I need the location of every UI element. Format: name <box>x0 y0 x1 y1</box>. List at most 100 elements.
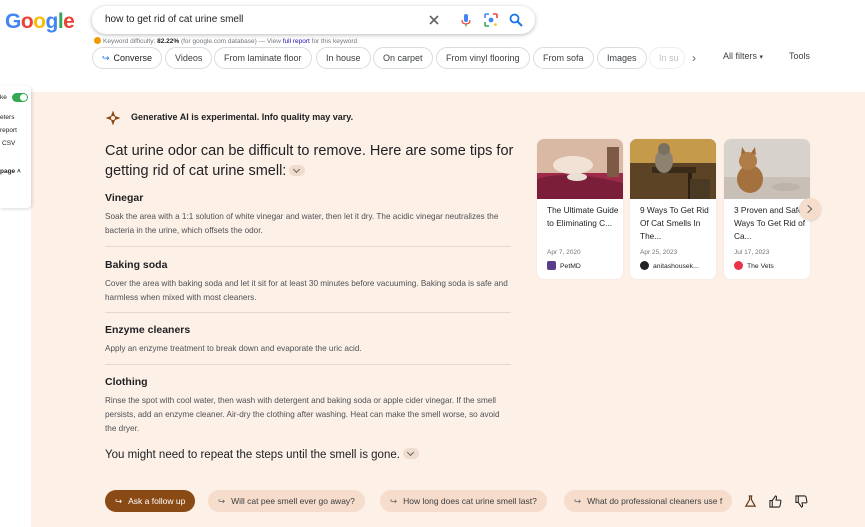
chevron-right-icon[interactable]: › <box>692 51 696 65</box>
tools-button[interactable]: Tools <box>789 51 810 61</box>
card-date: Jul 17, 2023 <box>734 249 770 256</box>
followup-label: What do professional cleaners use f <box>587 496 723 506</box>
panel-item[interactable]: CSV <box>2 140 15 147</box>
headline-text: Cat urine odor can be difficult to remov… <box>105 143 514 179</box>
tip-body: Cover the area with baking soda and let … <box>105 279 508 302</box>
followup-chip[interactable]: ↪ Will cat pee smell ever go away? <box>208 490 365 512</box>
divider <box>105 364 511 365</box>
panel-item[interactable]: ke <box>0 94 7 101</box>
all-filters-button[interactable]: All filters ▾ <box>723 51 763 61</box>
carousel-next-button[interactable] <box>799 198 821 220</box>
closing-text: You might need to repeat the steps until… <box>105 448 419 461</box>
chip-label: Converse <box>113 53 153 63</box>
card-title: 3 Proven and Safe Ways To Get Rid of Ca.… <box>734 205 806 241</box>
follow-arrow-icon: ↪ <box>574 496 582 506</box>
chip-label: In house <box>326 53 361 63</box>
tip-vinegar: Vinegar Soak the area with a 1:1 solutio… <box>105 192 511 238</box>
chip-images[interactable]: Images <box>597 47 647 69</box>
thumbs-down-icon[interactable] <box>795 495 808 508</box>
divider <box>105 312 511 313</box>
extension-side-panel: ke eters report CSV page ˄ <box>0 86 31 208</box>
tip-title: Enzyme cleaners <box>105 324 191 336</box>
thumbs-up-icon[interactable] <box>769 495 782 508</box>
card-title: 9 Ways To Get Rid Of Cat Smells In The..… <box>640 205 709 241</box>
follow-arrow-icon: ↪ <box>218 496 226 506</box>
tip-baking-soda: Baking soda Cover the area with baking s… <box>105 259 511 305</box>
chip-converse[interactable]: ↪ Converse <box>92 47 163 69</box>
source-card[interactable]: 9 Ways To Get Rid Of Cat Smells In The..… <box>630 139 716 279</box>
anitas-favicon-icon <box>640 261 649 270</box>
chip-label: On carpet <box>383 53 423 63</box>
tip-clothing: Clothing Rinse the spot with cool water,… <box>105 376 511 436</box>
followup-chip[interactable]: ↪ How long does cat urine smell last? <box>380 490 547 512</box>
labs-flask-icon[interactable] <box>744 495 757 508</box>
closing-sentence: You might need to repeat the steps until… <box>105 449 400 461</box>
card-source-name: The Vets <box>747 263 774 270</box>
chip-label: In su <box>659 53 679 63</box>
card-source: anitashousek... <box>640 261 699 270</box>
panel-item-page[interactable]: page ˄ <box>0 168 21 175</box>
tip-title: Baking soda <box>105 259 168 271</box>
followup-label: Will cat pee smell ever go away? <box>231 496 355 506</box>
followup-chip[interactable]: ↪ What do professional cleaners use f <box>564 490 732 512</box>
all-filters-label: All filters <box>723 51 758 61</box>
cat-on-carpet-image <box>724 139 810 199</box>
tip-body: Rinse the spot with cool water, then was… <box>105 396 500 433</box>
card-title: The Ultimate Guide to Eliminating C... <box>547 205 619 228</box>
followup-label: How long does cat urine smell last? <box>403 496 537 506</box>
tip-enzyme-cleaners: Enzyme cleaners Apply an enzyme treatmen… <box>105 324 511 356</box>
filter-chips: ↪ Converse Videos From laminate floor In … <box>92 47 865 69</box>
chip-laminate-floor[interactable]: From laminate floor <box>214 47 312 69</box>
google-logo[interactable]: Google <box>5 10 75 34</box>
clear-icon[interactable] <box>426 12 442 28</box>
chip-in-house[interactable]: In house <box>316 47 371 69</box>
expand-chevron-icon[interactable] <box>289 165 306 176</box>
kd-label: Keyword difficulty: <box>103 38 156 45</box>
sparkle-icon <box>105 110 121 126</box>
experimental-notice: Generative AI is experimental. Info qual… <box>131 112 354 122</box>
carpet-cleaning-image <box>537 139 623 199</box>
source-card[interactable]: 3 Proven and Safe Ways To Get Rid of Ca.… <box>724 139 810 279</box>
tip-title: Vinegar <box>105 192 144 204</box>
tip-body: Apply an enzyme treatment to break down … <box>105 344 362 353</box>
kd-note: (for google.com database) — View <box>180 38 281 45</box>
chip-label: Images <box>607 53 637 63</box>
chip-label: From laminate floor <box>224 53 302 63</box>
search-header: Google Keyword difficulty: 82.22% (for g… <box>0 0 865 92</box>
follow-arrow-icon: ↪ <box>390 496 398 506</box>
panel-item-label: page <box>0 168 16 175</box>
caret-up-icon: ˄ <box>16 168 21 175</box>
chip-label: From sofa <box>543 53 584 63</box>
card-date: Apr 25, 2023 <box>640 249 678 256</box>
chip-partial[interactable]: In su <box>649 47 685 69</box>
ask-follow-up-button[interactable]: ↪ Ask a follow up <box>105 490 196 512</box>
expand-chevron-icon[interactable] <box>402 448 419 459</box>
thevets-favicon-icon <box>734 261 743 270</box>
chip-from-sofa[interactable]: From sofa <box>533 47 594 69</box>
converse-arrow-icon: ↪ <box>102 53 110 63</box>
caret-down-icon: ▾ <box>759 54 764 61</box>
tip-body: Soak the area with a 1:1 solution of whi… <box>105 212 499 235</box>
chip-label: Videos <box>175 53 203 63</box>
microphone-icon[interactable] <box>458 12 474 28</box>
search-box <box>92 6 535 34</box>
source-card[interactable]: The Ultimate Guide to Eliminating C... A… <box>537 139 623 279</box>
search-icon[interactable] <box>508 12 524 28</box>
card-source: The Vets <box>734 261 774 270</box>
difficulty-icon <box>94 37 101 44</box>
panel-item[interactable]: report <box>0 127 17 134</box>
follow-arrow-icon: ↪ <box>115 496 123 506</box>
google-lens-icon[interactable] <box>483 12 499 28</box>
panel-toggle[interactable] <box>12 93 28 102</box>
kd-suffix: for this keyword <box>311 38 358 45</box>
search-input[interactable] <box>105 6 405 34</box>
card-source-name: PetMD <box>560 263 581 270</box>
divider <box>105 246 511 247</box>
panel-item[interactable]: eters <box>0 114 14 121</box>
card-source-name: anitashousek... <box>653 263 699 270</box>
full-report-link[interactable]: full report <box>283 38 310 45</box>
chip-on-carpet[interactable]: On carpet <box>373 47 433 69</box>
chip-vinyl-flooring[interactable]: From vinyl flooring <box>436 47 530 69</box>
ai-headline: Cat urine odor can be difficult to remov… <box>105 141 525 181</box>
chip-videos[interactable]: Videos <box>165 47 213 69</box>
